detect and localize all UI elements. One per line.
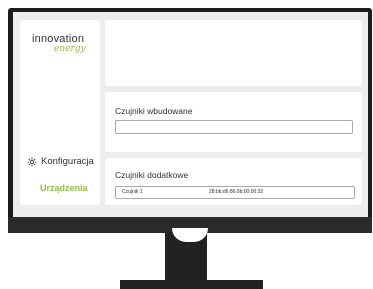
sidebar: innovation energy Konfiguracja Urządzeni…: [20, 20, 100, 205]
sensor-row[interactable]: Czujnik 1 28:bb:d6:86:0b:00:00:32: [115, 186, 355, 199]
builtin-sensors-title: Czujniki wbudowane: [115, 106, 193, 116]
extra-sensors-panel: Czujniki dodatkowe Czujnik 1 28:bb:d6:86…: [105, 158, 362, 205]
nav-item-devices[interactable]: Urządzenia: [40, 183, 88, 193]
sensor-name: Czujnik 1: [122, 189, 143, 195]
sensor-address: 28:bb:d6:86:0b:00:00:32: [209, 189, 264, 195]
extra-sensors-title: Czujniki dodatkowe: [115, 170, 189, 180]
nav-item-configuration[interactable]: Konfiguracja: [27, 156, 94, 167]
monitor-stand-base: [120, 280, 263, 289]
builtin-sensors-field[interactable]: [115, 120, 353, 134]
gear-icon: [27, 156, 37, 167]
builtin-sensors-panel: Czujniki wbudowane: [105, 92, 362, 152]
nav-item-configuration-label: Konfiguracja: [41, 156, 94, 167]
brand-logo-tagline: energy: [54, 44, 86, 54]
top-panel: [105, 20, 362, 86]
